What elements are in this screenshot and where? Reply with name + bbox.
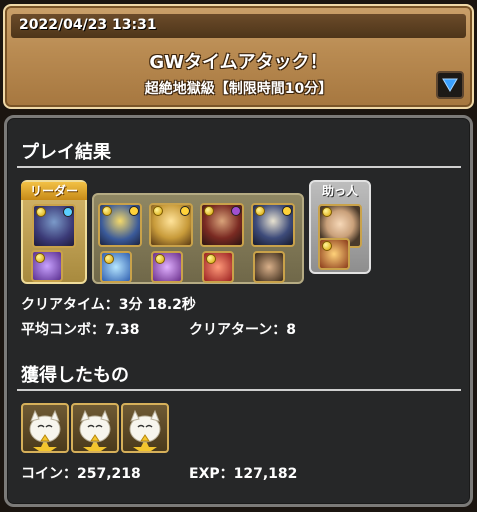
- dungeon-header: 2022/04/23 13:31 GWタイムアタック！ 超絶地獄級【制限時間10…: [3, 4, 474, 109]
- monster-portrait-icon[interactable]: [200, 203, 244, 247]
- assist-equip-icon[interactable]: [31, 250, 63, 282]
- tamazo-cat-icon[interactable]: [21, 403, 69, 453]
- star-icon: [206, 254, 216, 264]
- assist-equip-icon[interactable]: [100, 251, 132, 283]
- attribute-orb-icon: [180, 206, 190, 216]
- monster-portrait-icon[interactable]: [32, 204, 76, 248]
- tamazo-cat-icon: [29, 409, 61, 451]
- section-divider: [17, 389, 461, 391]
- monster-portrait-icon[interactable]: [149, 203, 193, 247]
- datetime-text: 2022/04/23 13:31: [19, 17, 157, 33]
- dungeon-title: GWタイムアタック！: [149, 52, 328, 73]
- star-icon: [322, 207, 332, 217]
- attribute-orb-icon: [63, 207, 73, 217]
- leader-label: リーダー: [21, 182, 87, 200]
- attribute-orb-icon: [129, 206, 139, 216]
- tamazo-cat-icon: [129, 409, 161, 451]
- helper-slot: 助っ人: [309, 180, 371, 274]
- star-icon: [36, 207, 46, 217]
- star-icon: [102, 206, 112, 216]
- exp-text: EXP：127,182: [189, 466, 298, 482]
- monster-portrait-icon[interactable]: [98, 203, 142, 247]
- assist-equip-icon[interactable]: [318, 238, 350, 270]
- expand-dropdown-button[interactable]: [436, 71, 464, 99]
- assist-equip-icon[interactable]: [151, 251, 183, 283]
- result-panel: プレイ結果 リーダー 助っ人 クリアタイム：3分 18.2秒 平均コンボ：7.3…: [4, 115, 473, 507]
- average-combo-text: 平均コンボ：7.38: [21, 322, 140, 338]
- clear-turns-text: クリアターン：8: [189, 322, 297, 338]
- monster-portrait-icon[interactable]: [251, 203, 295, 247]
- star-icon: [104, 254, 114, 264]
- datetime-bar: 2022/04/23 13:31: [11, 14, 466, 38]
- leader-slot: リーダー: [21, 180, 87, 284]
- helper-label: 助っ人: [321, 184, 358, 198]
- star-icon: [35, 253, 45, 263]
- attribute-orb-icon: [282, 206, 292, 216]
- sub-members-slot: [92, 193, 304, 284]
- assist-equip-icon[interactable]: [202, 251, 234, 283]
- clear-time-text: クリアタイム：3分 18.2秒: [21, 297, 196, 313]
- tamazo-cat-icon[interactable]: [71, 403, 119, 453]
- rewards-heading: 獲得したもの: [21, 365, 129, 386]
- section-divider: [17, 166, 461, 168]
- star-icon: [155, 254, 165, 264]
- star-icon: [153, 206, 163, 216]
- assist-equip-icon[interactable]: [253, 251, 285, 283]
- triangle-down-icon: [442, 78, 458, 92]
- tamazo-cat-icon[interactable]: [121, 403, 169, 453]
- coin-text: コイン：257,218: [21, 466, 141, 482]
- star-icon: [255, 206, 265, 216]
- attribute-orb-icon: [231, 206, 241, 216]
- star-icon: [322, 241, 332, 251]
- play-result-heading: プレイ結果: [21, 142, 111, 163]
- dungeon-subtitle: 超絶地獄級【制限時間10分】: [144, 81, 333, 97]
- star-icon: [204, 206, 214, 216]
- tamazo-cat-icon: [79, 409, 111, 451]
